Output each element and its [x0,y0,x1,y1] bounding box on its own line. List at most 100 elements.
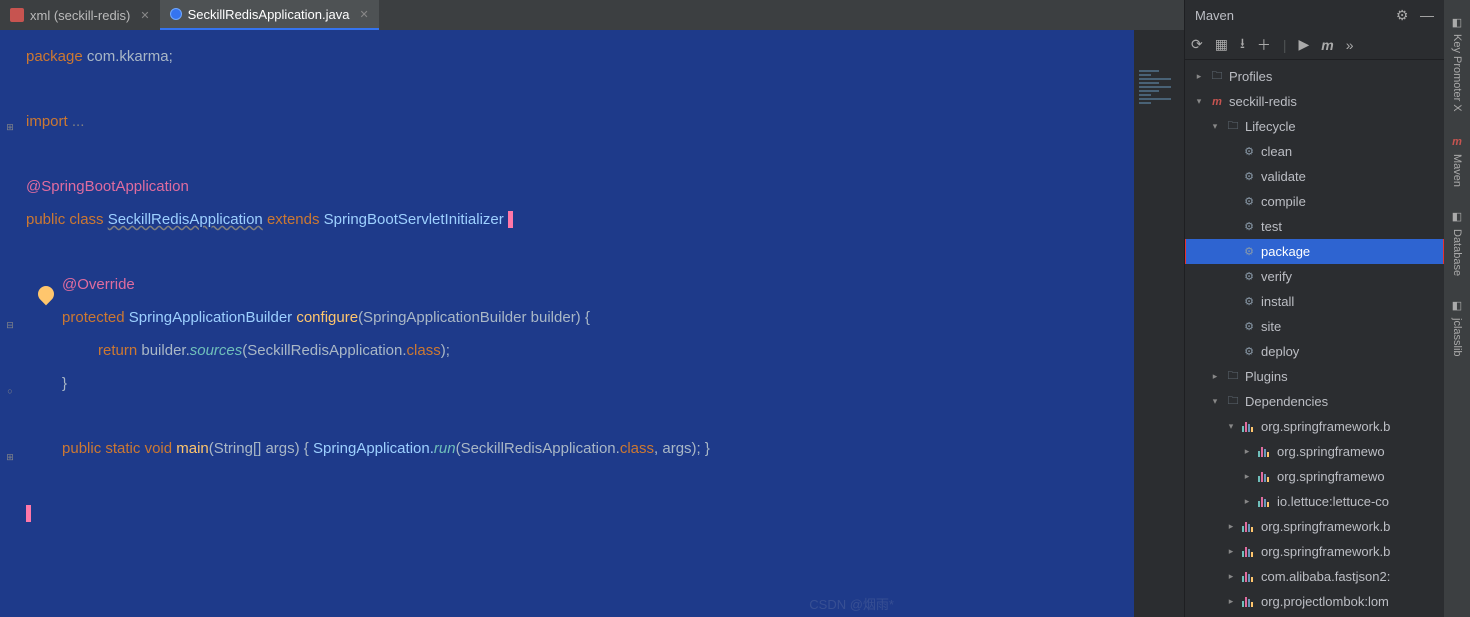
tree-arrow-icon[interactable] [1225,521,1237,532]
tree-arrow-icon[interactable] [1241,446,1253,457]
library-icon [1241,572,1257,582]
right-tool-button[interactable]: mMaven [1447,126,1467,195]
maven-module-icon: m [1209,96,1225,108]
tree-item-label: validate [1261,169,1306,184]
expr: builder. [137,342,190,359]
library-icon [1241,547,1257,557]
tree-arrow-icon[interactable] [1209,121,1221,132]
maven-tree-item[interactable]: org.springframewo [1185,439,1444,464]
gear-icon: ⚙ [1241,295,1257,308]
gutter[interactable]: ⊞ ⊟ ○ ⊞ [0,30,20,617]
editor-tab[interactable]: xml (seckill-redis) ✕ [0,0,160,30]
maven-tree-item[interactable]: 🗀Lifecycle [1185,114,1444,139]
maven-tree-item[interactable]: 🗀Profiles [1185,64,1444,89]
tree-item-label: com.alibaba.fastjson2: [1261,569,1390,584]
gear-icon: ⚙ [1241,345,1257,358]
tree-item-label: io.lettuce:lettuce-co [1277,494,1389,509]
download-icon[interactable]: ⭳ [1240,33,1245,57]
maven-tree[interactable]: 🗀Profilesmseckill-redis🗀Lifecycle⚙clean⚙… [1185,60,1444,617]
keyword: return [98,342,137,359]
tab-label: xml (seckill-redis) [30,8,130,23]
tree-arrow-icon[interactable] [1225,596,1237,607]
tree-item-label: install [1261,294,1294,309]
run-icon[interactable]: ▶ [1299,36,1310,53]
close-tab-icon[interactable]: ✕ [140,9,149,22]
fold-marker-icon[interactable]: ○ [5,386,15,396]
gear-icon: ⚙ [1241,220,1257,233]
tool-icon: ◧ [1449,14,1465,30]
tree-item-label: clean [1261,144,1292,159]
minimize-icon[interactable]: — [1420,7,1434,23]
keyword: public [62,440,105,457]
maven-header: Maven ⚙ — [1185,0,1444,30]
generate-sources-icon[interactable]: ▦ [1215,36,1228,53]
code-content[interactable]: package com.kkarma; import ... @SpringBo… [20,30,1170,617]
library-icon [1257,497,1273,507]
tree-item-label: Plugins [1245,369,1288,384]
tree-arrow-icon[interactable] [1209,396,1221,407]
maven-tree-item[interactable]: org.springframewo [1185,464,1444,489]
tree-item-label: org.springframework.b [1261,419,1390,434]
tree-item-label: Dependencies [1245,394,1328,409]
add-icon[interactable]: ＋ [1257,35,1271,55]
tree-arrow-icon[interactable] [1241,496,1253,507]
tree-arrow-icon[interactable] [1241,471,1253,482]
tree-item-label: org.springframewo [1277,469,1385,484]
library-icon [1257,447,1273,457]
library-icon [1257,472,1273,482]
fold-marker-icon[interactable]: ⊞ [5,452,15,462]
maven-tree-item[interactable]: 🗀Dependencies [1185,389,1444,414]
maven-tree-item[interactable]: ⚙site [1185,314,1444,339]
right-tool-button[interactable]: ◧jclasslib [1447,290,1467,365]
fold-marker-icon[interactable]: ⊟ [5,320,15,330]
editor-tab[interactable]: SeckillRedisApplication.java✕ [160,0,379,30]
tool-label: Database [1451,229,1463,276]
maven-tree-item[interactable]: io.lettuce:lettuce-co [1185,489,1444,514]
expr: , args); } [654,440,710,457]
maven-tree-item[interactable]: ⚙package [1185,239,1444,264]
java-file-icon [170,8,182,20]
maven-tree-item[interactable]: ⚙validate [1185,164,1444,189]
maven-tree-item[interactable]: ⚙clean [1185,139,1444,164]
more-icon[interactable]: » [1346,37,1354,53]
maven-tree-item[interactable]: org.springframework.b [1185,414,1444,439]
settings-icon[interactable]: ⚙ [1396,7,1409,23]
gear-icon: ⚙ [1241,195,1257,208]
reload-icon[interactable]: ⟳ [1191,36,1203,53]
maven-tree-item[interactable]: com.alibaba.fastjson2: [1185,564,1444,589]
tree-arrow-icon[interactable] [1209,371,1221,382]
tree-arrow-icon[interactable] [1225,421,1237,432]
tree-arrow-icon[interactable] [1225,546,1237,557]
import-folded: ... [68,113,85,130]
tree-arrow-icon[interactable] [1193,96,1205,107]
maven-tree-item[interactable]: ⚙deploy [1185,339,1444,364]
maven-tree-item[interactable]: ⚙compile [1185,189,1444,214]
maven-m-icon[interactable]: m [1321,37,1333,53]
maven-toolbar: ⟳ ▦ ⭳ ＋ | ▶ m » [1185,30,1444,60]
maven-tree-item[interactable]: org.springframework.b [1185,539,1444,564]
maven-tree-item[interactable]: ⚙ install [1185,289,1444,314]
close-tab-icon[interactable]: ✕ [359,8,368,21]
maven-tree-item[interactable]: org.projectlombok:lom [1185,589,1444,614]
fold-marker-icon[interactable]: ⊞ [5,122,15,132]
maven-tree-item[interactable]: mseckill-redis [1185,89,1444,114]
tool-icon: m [1449,134,1465,150]
tree-arrow-icon[interactable] [1193,71,1205,82]
class-name: SeckillRedisApplication [108,211,263,228]
keyword: class [69,211,107,228]
folder-icon: 🗀 [1225,367,1241,386]
maven-tree-item[interactable]: ⚙verify [1185,264,1444,289]
minimap[interactable] [1134,30,1184,617]
tree-item-label: org.springframework.b [1261,519,1390,534]
maven-tree-item[interactable]: 🗀 Plugins [1185,364,1444,389]
maven-tree-item[interactable]: ⚙test [1185,214,1444,239]
right-tool-button[interactable]: ◧Database [1447,201,1467,284]
tree-arrow-icon[interactable] [1225,571,1237,582]
xml-file-icon [10,8,24,22]
superclass: SpringBootServletInitializer [324,211,508,228]
keyword: class [407,342,441,359]
maven-tree-item[interactable]: org.springframework.b [1185,514,1444,539]
right-tool-button[interactable]: ◧Key Promoter X [1447,6,1467,120]
code-editor[interactable]: ⊞ ⊟ ○ ⊞ package com.kkarma; import ... @… [0,30,1184,617]
gear-icon: ⚙ [1241,320,1257,333]
